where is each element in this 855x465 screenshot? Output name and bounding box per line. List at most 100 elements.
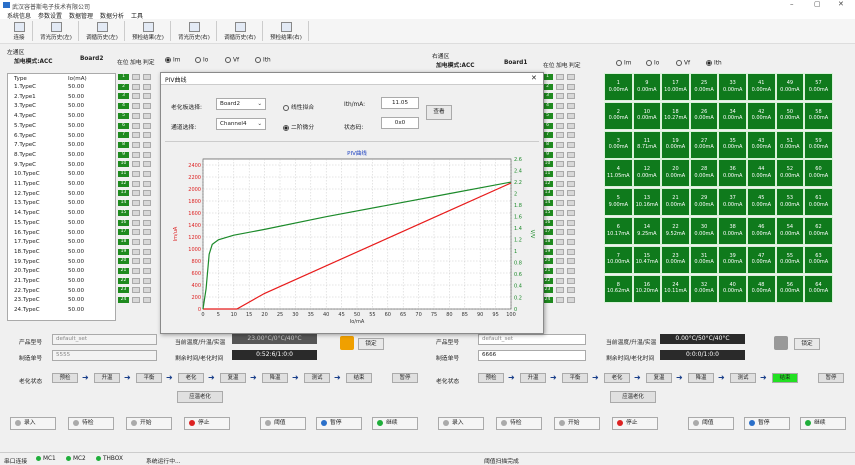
grid-cell[interactable]: 24 10.11mA [661, 274, 690, 303]
board-select[interactable]: Board2 ⌄ [216, 98, 266, 110]
grid-cell[interactable]: 33 0.00mA [718, 73, 747, 101]
grid-cell[interactable]: 49 0.00mA [775, 73, 805, 101]
right-btn-5[interactable]: 暂停 [744, 417, 790, 430]
grid-cell[interactable]: 18 10.27mA [661, 101, 690, 130]
left-btn-1[interactable]: 待检 [68, 417, 114, 430]
grid-cell[interactable]: 29 0.00mA [689, 188, 719, 217]
left-btn-0[interactable]: 录入 [10, 417, 56, 430]
grid-cell[interactable]: 4 11.05mA [604, 159, 633, 188]
grid-cell[interactable]: 9 0.00mA [632, 73, 662, 101]
grid-cell[interactable]: 55 0.00mA [775, 245, 805, 274]
grid-cell[interactable]: 22 9.52mA [661, 217, 690, 245]
grid-cell[interactable]: 42 0.00mA [747, 101, 776, 130]
grid-cell[interactable]: 48 0.00mA [747, 274, 776, 303]
grid-cell[interactable]: 61 0.00mA [804, 188, 833, 217]
right-radio-ith[interactable]: Ith [706, 60, 722, 67]
left-btn-3[interactable]: 停止 [184, 417, 230, 430]
grid-cell[interactable]: 20 0.00mA [661, 159, 690, 188]
right-btn-2[interactable]: 开始 [554, 417, 600, 430]
cycle-history-left-button[interactable]: 调循历史(左) [80, 21, 125, 41]
grid-cell[interactable]: 19 0.00mA [661, 130, 690, 159]
grid-cell[interactable]: 52 0.00mA [775, 159, 805, 188]
right-btn-6[interactable]: 继续 [800, 417, 846, 430]
connect-button[interactable]: 连接 [6, 21, 33, 41]
grid-cell[interactable]: 56 0.00mA [775, 274, 805, 303]
left-btn-6[interactable]: 继续 [372, 417, 418, 430]
second-derivative-radio[interactable]: 二阶微分 [283, 122, 314, 131]
grid-cell[interactable]: 62 0.00mA [804, 217, 833, 245]
grid-cell[interactable]: 35 0.00mA [718, 130, 747, 159]
grid-cell[interactable]: 47 0.00mA [747, 245, 776, 274]
grid-cell[interactable]: 23 0.00mA [661, 245, 690, 274]
backlight-history-left-button[interactable]: 背光历史(左) [34, 21, 79, 41]
linear-fit-radio[interactable]: 线性拟合 [283, 102, 314, 111]
grid-cell[interactable]: 44 0.00mA [747, 159, 776, 188]
right-lock-button[interactable]: 锁定 [794, 338, 820, 350]
grid-cell[interactable]: 2 0.00mA [604, 101, 633, 130]
grid-cell[interactable]: 31 0.00mA [689, 245, 719, 274]
minimize-button[interactable]: – [790, 0, 794, 8]
grid-cell[interactable]: 40 0.00mA [718, 274, 747, 303]
left-btn-2[interactable]: 开始 [126, 417, 172, 430]
backlight-history-right-button[interactable]: 背光历史(右) [172, 21, 217, 41]
grid-cell[interactable]: 28 0.00mA [689, 159, 719, 188]
grid-cell[interactable]: 25 0.00mA [689, 73, 719, 101]
channel-select[interactable]: Channel4 ⌄ [216, 118, 266, 130]
grid-cell[interactable]: 59 0.00mA [804, 130, 833, 159]
grid-cell[interactable]: 26 0.00mA [689, 101, 719, 130]
grid-cell[interactable]: 14 9.25mA [632, 217, 662, 245]
grid-cell[interactable]: 58 0.00mA [804, 101, 833, 130]
grid-cell[interactable]: 64 0.00mA [804, 274, 833, 303]
precheck-result-right-button[interactable]: 预检结果(右) [264, 21, 309, 41]
right-btn-0[interactable]: 录入 [438, 417, 484, 430]
grid-cell[interactable]: 46 0.00mA [747, 217, 776, 245]
right-btn-4[interactable]: 阈值 [688, 417, 734, 430]
grid-cell[interactable]: 37 0.00mA [718, 188, 747, 217]
right-btn-1[interactable]: 待检 [496, 417, 542, 430]
grid-cell[interactable]: 11 8.71mA [632, 130, 662, 159]
left-order-input[interactable]: 5555 [52, 350, 157, 361]
grid-cell[interactable]: 34 0.00mA [718, 101, 747, 130]
cycle-history-right-button[interactable]: 调循历史(右) [218, 21, 263, 41]
grid-cell[interactable]: 21 0.00mA [661, 188, 690, 217]
grid-cell[interactable]: 10 0.00mA [632, 101, 662, 130]
maximize-button[interactable]: ▢ [814, 0, 821, 8]
query-button[interactable]: 查看 [426, 105, 452, 120]
left-radio-vf[interactable]: Vf [225, 57, 239, 64]
grid-cell[interactable]: 15 10.47mA [632, 245, 662, 274]
left-product-select[interactable]: default_set [52, 334, 157, 345]
grid-cell[interactable]: 60 0.00mA [804, 159, 833, 188]
grid-cell[interactable]: 8 10.62mA [604, 274, 633, 303]
right-btn-3[interactable]: 停止 [612, 417, 658, 430]
grid-cell[interactable]: 53 0.00mA [775, 188, 805, 217]
grid-cell[interactable]: 41 0.00mA [747, 73, 776, 101]
left-btn-5[interactable]: 暂停 [316, 417, 362, 430]
dialog-close-button[interactable]: ✕ [531, 74, 537, 82]
grid-cell[interactable]: 17 10.00mA [661, 73, 690, 101]
right-product-select[interactable]: default_set [478, 334, 586, 345]
precheck-result-left-button[interactable]: 预检结果(左) [126, 21, 171, 41]
grid-cell[interactable]: 5 9.00mA [604, 188, 633, 217]
grid-cell[interactable]: 45 0.00mA [747, 188, 776, 217]
left-lock-button[interactable]: 锁定 [358, 338, 384, 350]
grid-cell[interactable]: 32 0.00mA [689, 274, 719, 303]
grid-cell[interactable]: 51 0.00mA [775, 130, 805, 159]
grid-cell[interactable]: 7 10.00mA [604, 245, 633, 274]
left-radio-im[interactable]: Im [165, 57, 180, 64]
grid-cell[interactable]: 50 0.00mA [775, 101, 805, 130]
grid-cell[interactable]: 43 0.00mA [747, 130, 776, 159]
left-btn-4[interactable]: 阈值 [260, 417, 306, 430]
grid-cell[interactable]: 39 0.00mA [718, 245, 747, 274]
right-radio-vf[interactable]: Vf [676, 60, 690, 67]
grid-cell[interactable]: 54 0.00mA [775, 217, 805, 245]
left-radio-ith[interactable]: Ith [255, 57, 271, 64]
grid-cell[interactable]: 30 0.00mA [689, 217, 719, 245]
grid-cell[interactable]: 27 0.00mA [689, 130, 719, 159]
grid-cell[interactable]: 38 0.00mA [718, 217, 747, 245]
close-window-button[interactable]: ✕ [838, 0, 844, 8]
grid-cell[interactable]: 3 0.00mA [604, 130, 633, 159]
grid-cell[interactable]: 63 0.00mA [804, 245, 833, 274]
right-radio-im[interactable]: Im [616, 60, 631, 67]
grid-cell[interactable]: 13 10.16mA [632, 188, 662, 217]
right-order-input[interactable]: 6666 [478, 350, 586, 361]
